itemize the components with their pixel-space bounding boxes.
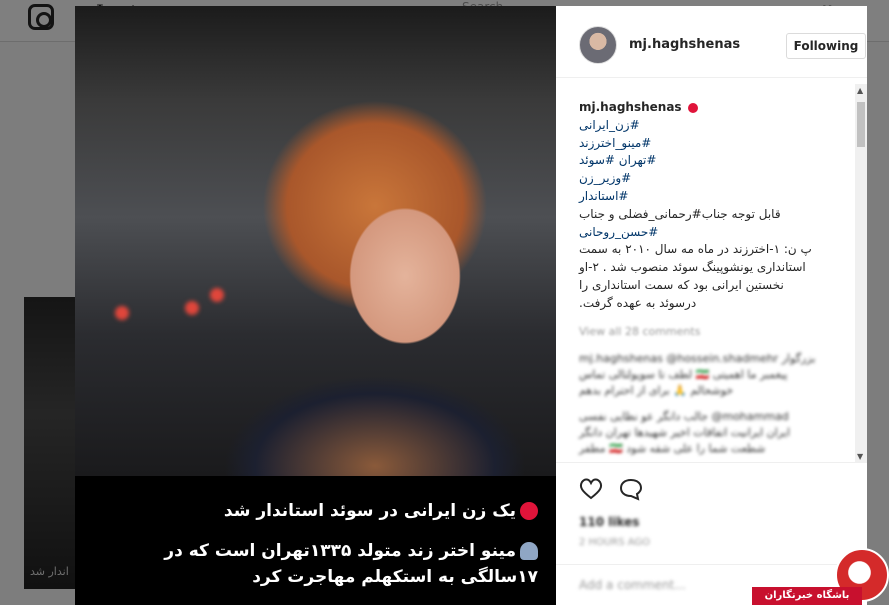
photo-caption-line3: ۱۷سالگی به استکهلم مهاجرت کرد	[252, 567, 538, 587]
post-header: mj.haghshenas Following	[556, 6, 867, 78]
photo-caption: یک زن ایرانی در سوئد استاندار شد مینو اخ…	[75, 476, 556, 605]
scroll-down-arrow-icon[interactable]: ▼	[857, 452, 863, 461]
add-comment-input[interactable]: Add a comment...	[579, 578, 686, 592]
comment-text: مطفر 🇮🇷 شطعت شما را علی شقه شود	[579, 442, 766, 455]
person-icon	[520, 542, 538, 560]
comment-text: ایران ایرانیت اتفاقات اخیر شهیدها تهران …	[579, 426, 790, 439]
portrait-image	[75, 6, 556, 476]
hashtag[interactable]: #زن_ایرانی	[579, 117, 849, 135]
photo-caption-line1: یک زن ایرانی در سوئد استاندار شد	[223, 501, 516, 521]
caption-body-line: استانداری یونشوپینگ سوئد منصوب شد . ۲-او	[579, 260, 806, 275]
comment-text: لطف تا سوپولتالی تماس 🇮🇷 پیغمبر ما اهمیت…	[579, 368, 788, 381]
bokeh-light	[185, 301, 199, 315]
likes-count[interactable]: 110 likes	[579, 515, 639, 529]
caption-username[interactable]: mj.haghshenas	[579, 100, 682, 114]
view-all-comments-link[interactable]: View all 28 comments	[579, 325, 700, 338]
red-circle-icon	[688, 102, 699, 113]
post-timestamp: 2 HOURS AGO	[579, 537, 651, 548]
bokeh-light	[115, 306, 129, 320]
post-side-panel: mj.haghshenas Following mj.haghshenas #ز…	[556, 6, 867, 605]
caption-body-line: نخستین ایرانی بود که سمت استانداری را	[579, 277, 784, 292]
post-actions: 110 likes 2 HOURS AGO Add a comment...	[556, 462, 867, 605]
comment-text: mj.haghshenas @hossein.shadmehr بزرگوار	[579, 352, 816, 365]
red-circle-icon	[520, 502, 538, 520]
caption-attention-line: قابل توجه جناب#رحمانی_فضلی و جناب	[579, 206, 781, 221]
scroll-thumb[interactable]	[857, 102, 865, 147]
hashtag[interactable]: #تهران #سوئد	[579, 152, 849, 170]
comments-scrollbar[interactable]: ▲ ▼	[855, 84, 867, 462]
comment-text: جالب دانگر عو نظایی نفسی @mohammad	[579, 410, 789, 423]
post-modal: یک زن ایرانی در سوئد استاندار شد مینو اخ…	[75, 6, 867, 605]
photo-caption-line2: مینو اختر زند متولد ۱۳۳۵تهران است که در	[164, 541, 516, 561]
like-heart-icon[interactable]	[578, 477, 604, 501]
watermark-label: باشگاه خبرنگاران	[752, 587, 862, 605]
comments-area: mj.haghshenas #زن_ایرانی #مینو_اخترزند #…	[556, 79, 867, 462]
scroll-up-arrow-icon[interactable]: ▲	[857, 86, 863, 95]
bokeh-light	[210, 288, 224, 302]
hashtag[interactable]: #حسن_روحانی	[579, 224, 849, 242]
hashtag[interactable]: #وزیر_زن	[579, 170, 849, 188]
post-photo[interactable]: یک زن ایرانی در سوئد استاندار شد مینو اخ…	[75, 6, 556, 605]
header-username[interactable]: mj.haghshenas	[629, 37, 740, 52]
avatar[interactable]	[579, 26, 617, 64]
post-caption: mj.haghshenas #زن_ایرانی #مینو_اخترزند #…	[579, 99, 849, 313]
comment-bubble-icon[interactable]	[618, 477, 644, 501]
caption-body-line: درسوئد به عهده گرفت.	[579, 295, 697, 310]
hashtag[interactable]: #مینو_اخترزند	[579, 135, 849, 153]
following-button[interactable]: Following	[786, 33, 866, 59]
hashtag[interactable]: #استاندار	[579, 188, 849, 206]
comment-text: خوشحالم 🙏 برای از احترام بدهم	[579, 384, 734, 397]
caption-body-line: پ ن: ۱-اخترزند در ماه مه سال ۲۰۱۰ به سمت	[579, 242, 812, 257]
